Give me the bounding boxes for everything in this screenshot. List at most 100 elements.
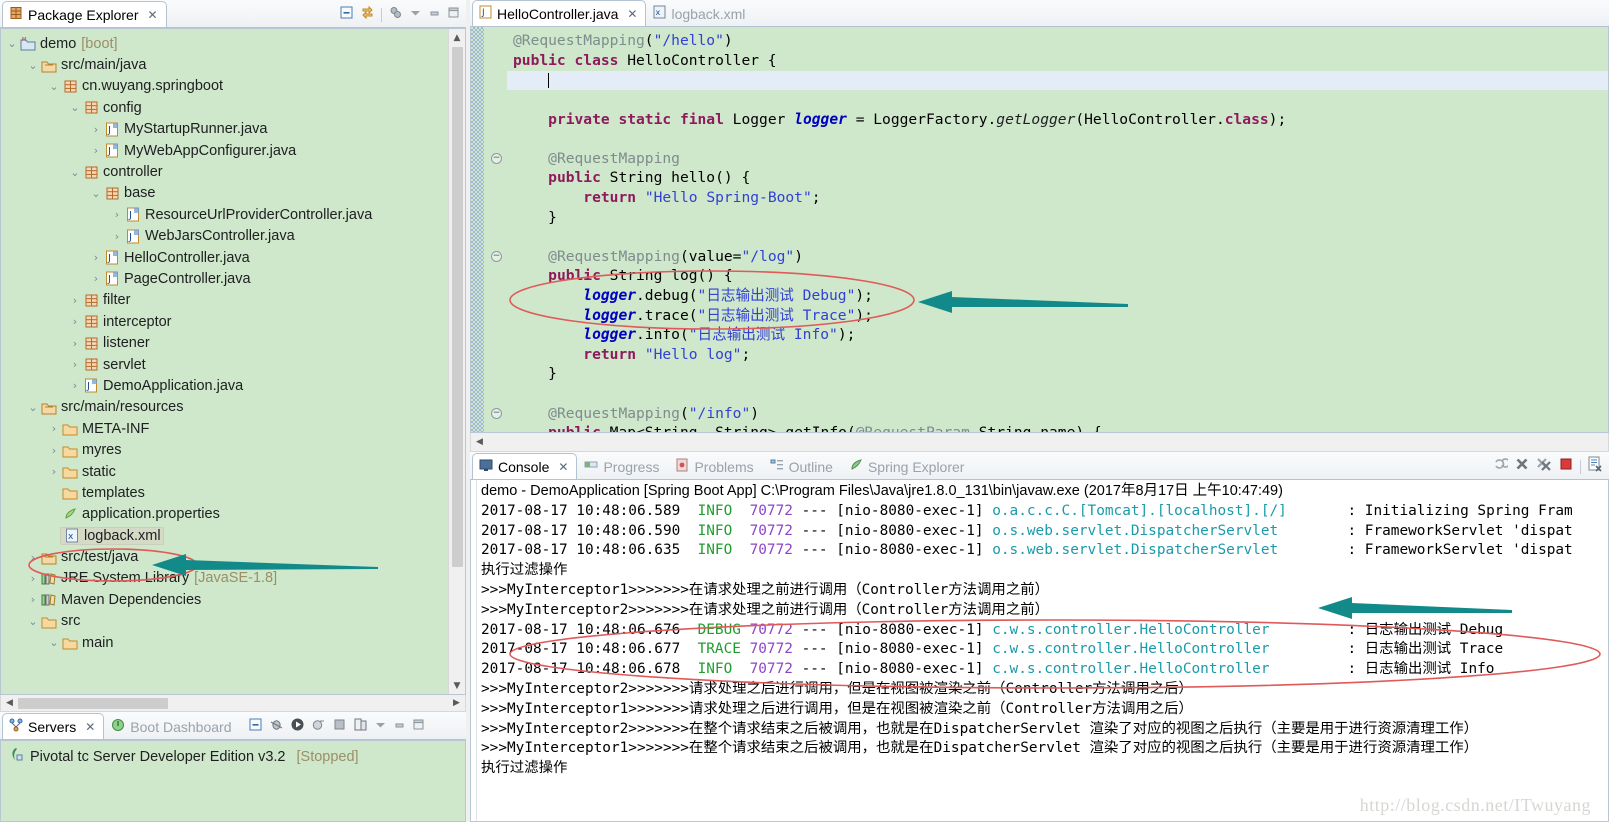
tree-item-content[interactable]: src/test/java <box>40 549 138 565</box>
view-menu-icon[interactable] <box>409 6 422 24</box>
stop-icon[interactable] <box>1558 456 1574 477</box>
chevron-right-icon[interactable]: › <box>89 272 103 285</box>
tab-package-explorer[interactable]: Package Explorer ✕ <box>2 1 167 27</box>
terminate-icon[interactable] <box>1514 456 1530 477</box>
tab-logback-xml[interactable]: x logback.xml <box>646 0 754 26</box>
tree-item-content[interactable]: JRE System Library [JavaSE-1.8] <box>40 570 277 586</box>
chevron-down-icon[interactable]: ⌄ <box>26 401 40 414</box>
code-line[interactable]: } <box>507 364 1608 384</box>
tree-item-content[interactable]: myres <box>61 442 121 458</box>
editor-horizontal-scrollbar[interactable]: ◀ <box>470 433 1609 452</box>
chevron-right-icon[interactable]: › <box>89 251 103 264</box>
tree-item-static[interactable]: › static <box>1 461 447 482</box>
tree-item-application-properties[interactable]: · application.properties <box>1 504 447 525</box>
code-line[interactable] <box>507 90 1608 110</box>
tree-item-content[interactable]: filter <box>82 292 130 308</box>
minimize-icon[interactable] <box>393 718 406 736</box>
chevron-right-icon[interactable]: › <box>47 422 61 435</box>
tree-item-content[interactable]: src <box>40 613 80 629</box>
close-icon[interactable]: ✕ <box>85 721 95 733</box>
editor-annotation-ruler[interactable] <box>471 27 485 433</box>
tree-item-content[interactable]: templates <box>61 485 145 501</box>
console-output[interactable]: demo - DemoApplication [Spring Boot App]… <box>470 480 1609 822</box>
tab-boot-dashboard[interactable]: Boot Dashboard <box>104 713 240 739</box>
tree-item-content[interactable]: Maven Dependencies <box>40 592 201 608</box>
chevron-right-icon[interactable]: › <box>47 444 61 457</box>
chevron-right-icon[interactable]: › <box>68 358 82 371</box>
tree-item-main[interactable]: ⌄ main <box>1 632 447 653</box>
tree-vertical-scrollbar[interactable]: ▲ ▼ <box>448 29 465 694</box>
tree-item-myres[interactable]: › myres <box>1 439 447 460</box>
scroll-up-icon[interactable]: ▲ <box>449 29 466 46</box>
editor-source-code[interactable]: @RequestMapping("/hello") public class He… <box>507 27 1608 432</box>
stop-icon[interactable] <box>332 717 347 737</box>
collapse-all-icon[interactable] <box>248 717 263 737</box>
code-line[interactable] <box>507 70 1608 91</box>
tree-item-servlet[interactable]: › servlet <box>1 354 447 375</box>
code-line[interactable]: public class HelloController { <box>507 51 1608 71</box>
tree-item-src-main-resources[interactable]: ⌄ src/main/resources <box>1 397 447 418</box>
chevron-down-icon[interactable]: ⌄ <box>26 59 40 72</box>
debug-icon[interactable] <box>269 717 284 737</box>
tree-item-resourceurlprovidercontroller-java[interactable]: › J ResourceUrlProviderController.java <box>1 204 447 225</box>
chevron-right-icon[interactable]: › <box>47 465 61 478</box>
remove-all-terminated-icon[interactable] <box>1536 456 1552 477</box>
chevron-down-icon[interactable]: ⌄ <box>89 187 103 200</box>
tree-item-content[interactable]: controller <box>82 164 163 180</box>
chevron-right-icon[interactable]: › <box>26 551 40 564</box>
tree-item-content[interactable]: interceptor <box>82 314 172 330</box>
chevron-right-icon[interactable]: › <box>68 337 82 350</box>
tree-item-src-test-java[interactable]: › src/test/java <box>1 546 447 567</box>
chevron-right-icon[interactable]: › <box>68 379 82 392</box>
chevron-down-icon[interactable]: ⌄ <box>5 37 19 50</box>
code-line[interactable]: @RequestMapping <box>507 149 1608 169</box>
tab-outline[interactable]: Outline <box>763 453 842 479</box>
tab-problems[interactable]: Problems <box>668 453 762 479</box>
tree-item-config[interactable]: ⌄ config <box>1 97 447 118</box>
tree-item-mywebappconfigurer-java[interactable]: › J MyWebAppConfigurer.java <box>1 140 447 161</box>
tree-item-templates[interactable]: · templates <box>1 482 447 503</box>
chevron-down-icon[interactable]: ⌄ <box>26 615 40 628</box>
start-icon[interactable] <box>290 717 305 737</box>
tree-item-maven-dependencies[interactable]: › Maven Dependencies <box>1 589 447 610</box>
maximize-icon[interactable] <box>412 718 425 736</box>
publish-icon[interactable] <box>353 717 368 737</box>
chevron-right-icon[interactable]: › <box>110 208 124 221</box>
scroll-down-icon[interactable]: ▼ <box>449 677 466 694</box>
editor-folding-ruler[interactable]: − − − <box>485 27 507 433</box>
tree-item-content[interactable]: listener <box>82 335 150 351</box>
chevron-down-icon[interactable]: ⌄ <box>68 101 82 114</box>
tree-item-content[interactable]: J ResourceUrlProviderController.java <box>124 207 372 223</box>
tree-item-demoapplication-java[interactable]: › J DemoApplication.java <box>1 375 447 396</box>
code-line[interactable]: private static final Logger logger = Log… <box>507 110 1608 130</box>
chevron-right-icon[interactable]: › <box>26 593 40 606</box>
code-line[interactable] <box>507 384 1608 404</box>
code-line[interactable]: @RequestMapping("/info") <box>507 404 1608 424</box>
tree-item-cn-wuyang-springboot[interactable]: ⌄ cn.wuyang.springboot <box>1 76 447 97</box>
code-line[interactable]: logger.info("日志输出测试 Info"); <box>507 325 1608 345</box>
tree-item-webjarscontroller-java[interactable]: › J WebJarsController.java <box>1 226 447 247</box>
tree-item-content[interactable]: x logback.xml <box>60 526 164 545</box>
relaunch-icon[interactable] <box>1492 456 1511 477</box>
tree-item-content[interactable]: config <box>82 100 142 116</box>
chevron-right-icon[interactable]: › <box>89 123 103 136</box>
scroll-left-icon[interactable]: ◀ <box>1 698 18 708</box>
code-line[interactable]: } <box>507 208 1608 228</box>
tree-item-content[interactable]: J MyWebAppConfigurer.java <box>103 143 296 159</box>
scroll-left-icon[interactable]: ◀ <box>471 437 488 447</box>
package-explorer-tree[interactable]: ⌄ Mdemo [boot] ⌄ src/main/java ⌄ cn.wuyang.spr… <box>0 28 466 695</box>
clear-console-icon[interactable] <box>1587 456 1603 477</box>
chevron-down-icon[interactable]: ⌄ <box>68 166 82 179</box>
tree-item-controller[interactable]: ⌄ controller <box>1 161 447 182</box>
fold-collapse-icon[interactable]: − <box>491 152 502 164</box>
tree-item-content[interactable]: J WebJarsController.java <box>124 228 295 244</box>
code-line[interactable]: public String hello() { <box>507 168 1608 188</box>
code-line[interactable]: logger.trace("日志输出测试 Trace"); <box>507 306 1608 326</box>
chevron-right-icon[interactable]: › <box>26 572 40 585</box>
servers-list[interactable]: Pivotal tc Server Developer Edition v3.2… <box>0 740 466 822</box>
chevron-down-icon[interactable]: ⌄ <box>47 80 61 93</box>
tab-progress[interactable]: Progress <box>577 453 668 479</box>
tree-item-base[interactable]: ⌄ base <box>1 183 447 204</box>
minimize-icon[interactable] <box>428 6 441 24</box>
code-line[interactable]: logger.debug("日志输出测试 Debug"); <box>507 286 1608 306</box>
